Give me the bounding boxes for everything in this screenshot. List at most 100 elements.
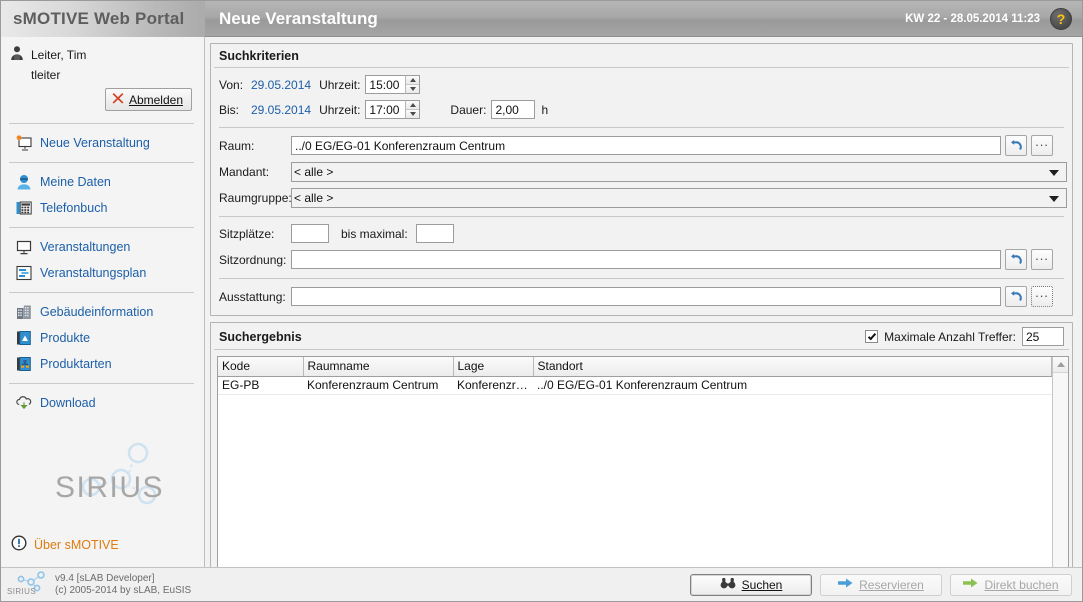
green-arrow-icon <box>963 577 978 592</box>
sidebar-item-label: Neue Veranstaltung <box>40 136 150 150</box>
user-name: Leiter, Tim <box>31 47 87 62</box>
sidebar-item-produkte[interactable]: Produkte <box>1 325 204 351</box>
sirius-logo-text: SIRIUS <box>55 471 164 504</box>
max-hits-input[interactable] <box>1022 327 1064 346</box>
sitzordnung-browse-button[interactable]: ... <box>1031 248 1053 270</box>
table-header-row: Kode Raumname Lage Standort <box>218 357 1052 377</box>
von-time-decrement[interactable] <box>406 85 420 93</box>
von-time-input[interactable] <box>365 75 406 94</box>
scrollbar-track[interactable] <box>1053 373 1068 569</box>
brand-title: sMOTIVE Web Portal <box>13 8 185 28</box>
sitzordnung-input[interactable] <box>291 250 1001 269</box>
column-header-kode[interactable]: Kode <box>218 357 304 377</box>
sidebar-item-label: Meine Daten <box>40 175 111 189</box>
raumgruppe-select-wrap[interactable]: < alle > <box>291 188 1067 208</box>
sidebar-item-download[interactable]: Download <box>1 390 204 416</box>
app-footer: SIRIUS v9.4 [sLAB Developer] (c) 2005-20… <box>1 567 1082 601</box>
sidebar-item-produktarten[interactable]: Produktarten <box>1 351 204 377</box>
brand-area: sMOTIVE Web Portal <box>1 0 205 37</box>
ausstattung-browse-button[interactable]: ... <box>1031 285 1053 307</box>
reservieren-button[interactable]: Reservieren <box>820 573 942 596</box>
bis-time-decrement[interactable] <box>406 110 420 118</box>
sidebar-item-neue-veranstaltung[interactable]: Neue Veranstaltung <box>1 130 204 156</box>
bis-time-spinner[interactable] <box>365 100 421 119</box>
dauer-unit-label: h <box>541 102 549 117</box>
results-vertical-scrollbar[interactable] <box>1052 357 1068 585</box>
dauer-input[interactable] <box>491 100 536 119</box>
sidebar-item-gebaeudeinformation[interactable]: Gebäudeinformation <box>1 299 204 325</box>
ausstattung-input[interactable] <box>291 287 1001 306</box>
bis-time-label: Uhrzeit: <box>319 102 361 117</box>
sitzplaetze-input[interactable] <box>291 224 329 243</box>
raumgruppe-row: Raumgruppe: < alle > <box>219 188 1067 208</box>
raumgruppe-label: Raumgruppe: <box>219 191 292 205</box>
sirius-footer-logo-icon: SIRIUS <box>7 570 49 599</box>
user-data-icon <box>15 173 33 191</box>
header-right-area: KW 22 - 28.05.2014 11:23 ? <box>905 7 1082 30</box>
raum-reset-button[interactable] <box>1005 135 1027 156</box>
ausstattung-reset-button[interactable] <box>1005 286 1027 307</box>
monitor-icon <box>15 238 33 256</box>
sidebar-item-label: Produkte <box>40 331 91 345</box>
search-criteria-panel: Suchkriterien Von: 29.05.2014 Uhrzeit: 1… <box>210 43 1073 316</box>
bis-maximal-input[interactable] <box>415 224 454 243</box>
red-x-icon <box>112 92 124 107</box>
suchen-button[interactable]: Suchen <box>690 573 812 596</box>
user-avatar-icon <box>9 45 25 64</box>
ausstattung-row: Ausstattung: ... <box>219 285 1066 307</box>
reservieren-label: Reservieren <box>859 577 924 592</box>
column-header-lage[interactable]: Lage <box>453 357 534 377</box>
sidebar-item-veranstaltungsplan[interactable]: Veranstaltungsplan <box>1 260 204 286</box>
search-result-title: Suchergebnis <box>219 329 302 344</box>
raum-browse-button[interactable]: ... <box>1031 134 1053 156</box>
results-table-container: Kode Raumname Lage Standort EG-PB Konfer… <box>217 356 1069 586</box>
von-time-increment[interactable] <box>406 76 420 85</box>
bis-time-increment[interactable] <box>406 101 420 110</box>
sirius-footer-text: SIRIUS <box>7 587 36 596</box>
panel-separator <box>214 349 1069 350</box>
logout-button[interactable]: Abmelden <box>104 88 192 111</box>
mandant-row: Mandant: < alle > <box>219 162 1067 182</box>
browse-label: ... <box>1035 285 1049 300</box>
max-hits-checkbox[interactable] <box>865 330 879 343</box>
sitzplaetze-row: Sitzplätze: bis maximal: <box>219 224 1066 243</box>
raum-input[interactable] <box>291 136 1001 155</box>
section-separator <box>219 127 1064 128</box>
kw-datetime: KW 22 - 28.05.2014 11:23 <box>905 12 1040 25</box>
von-date-value[interactable]: 29.05.2014 <box>251 78 311 92</box>
raumgruppe-select[interactable]: < alle > <box>291 188 1067 208</box>
search-result-panel: Suchergebnis Maximale Anzahl Treffer: 25… <box>210 322 1073 586</box>
column-header-raumname[interactable]: Raumname <box>303 357 454 377</box>
logout-label: Abmelden <box>128 92 183 107</box>
bis-time-input[interactable] <box>365 100 406 119</box>
help-icon[interactable]: ? <box>1050 7 1072 30</box>
bis-date-value[interactable]: 29.05.2014 <box>251 103 311 117</box>
sidebar-divider <box>9 123 194 124</box>
sidebar-item-meine-daten[interactable]: Meine Daten <box>1 169 204 195</box>
about-smotive-link[interactable]: Über sMOTIVE <box>11 535 119 554</box>
footer-left: SIRIUS v9.4 [sLAB Developer] (c) 2005-20… <box>1 570 261 599</box>
product-types-icon <box>15 355 33 373</box>
mandant-select-wrap[interactable]: < alle > <box>291 162 1067 182</box>
sidebar-divider <box>9 383 194 384</box>
table-row[interactable]: EG-PB Konferenzraum Centrum Konferenzra.… <box>218 376 1052 395</box>
cloud-download-icon <box>15 394 33 412</box>
sidebar-item-label: Gebäudeinformation <box>40 305 154 319</box>
sidebar-item-veranstaltungen[interactable]: Veranstaltungen <box>1 234 204 260</box>
new-event-monitor-icon <box>15 134 33 152</box>
binoculars-icon <box>720 577 736 592</box>
dauer-label: Dauer: <box>450 102 487 117</box>
von-time-spinner[interactable] <box>365 75 421 94</box>
scroll-up-button[interactable] <box>1053 357 1068 373</box>
sidebar-item-telefonbuch[interactable]: Telefonbuch <box>1 195 204 221</box>
mandant-select[interactable]: < alle > <box>291 162 1067 182</box>
column-header-standort[interactable]: Standort <box>533 357 1052 377</box>
sirius-logo: SIRIUS <box>1 435 204 515</box>
direkt-buchen-button[interactable]: Direkt buchen <box>950 573 1072 596</box>
sidebar-item-label: Veranstaltungsplan <box>40 266 147 280</box>
main-content: Suchkriterien Von: 29.05.2014 Uhrzeit: 1… <box>206 37 1081 586</box>
sitzordnung-reset-button[interactable] <box>1005 249 1027 270</box>
direkt-buchen-label: Direkt buchen <box>984 577 1059 592</box>
section-separator <box>219 216 1064 217</box>
mandant-label: Mandant: <box>219 165 270 179</box>
